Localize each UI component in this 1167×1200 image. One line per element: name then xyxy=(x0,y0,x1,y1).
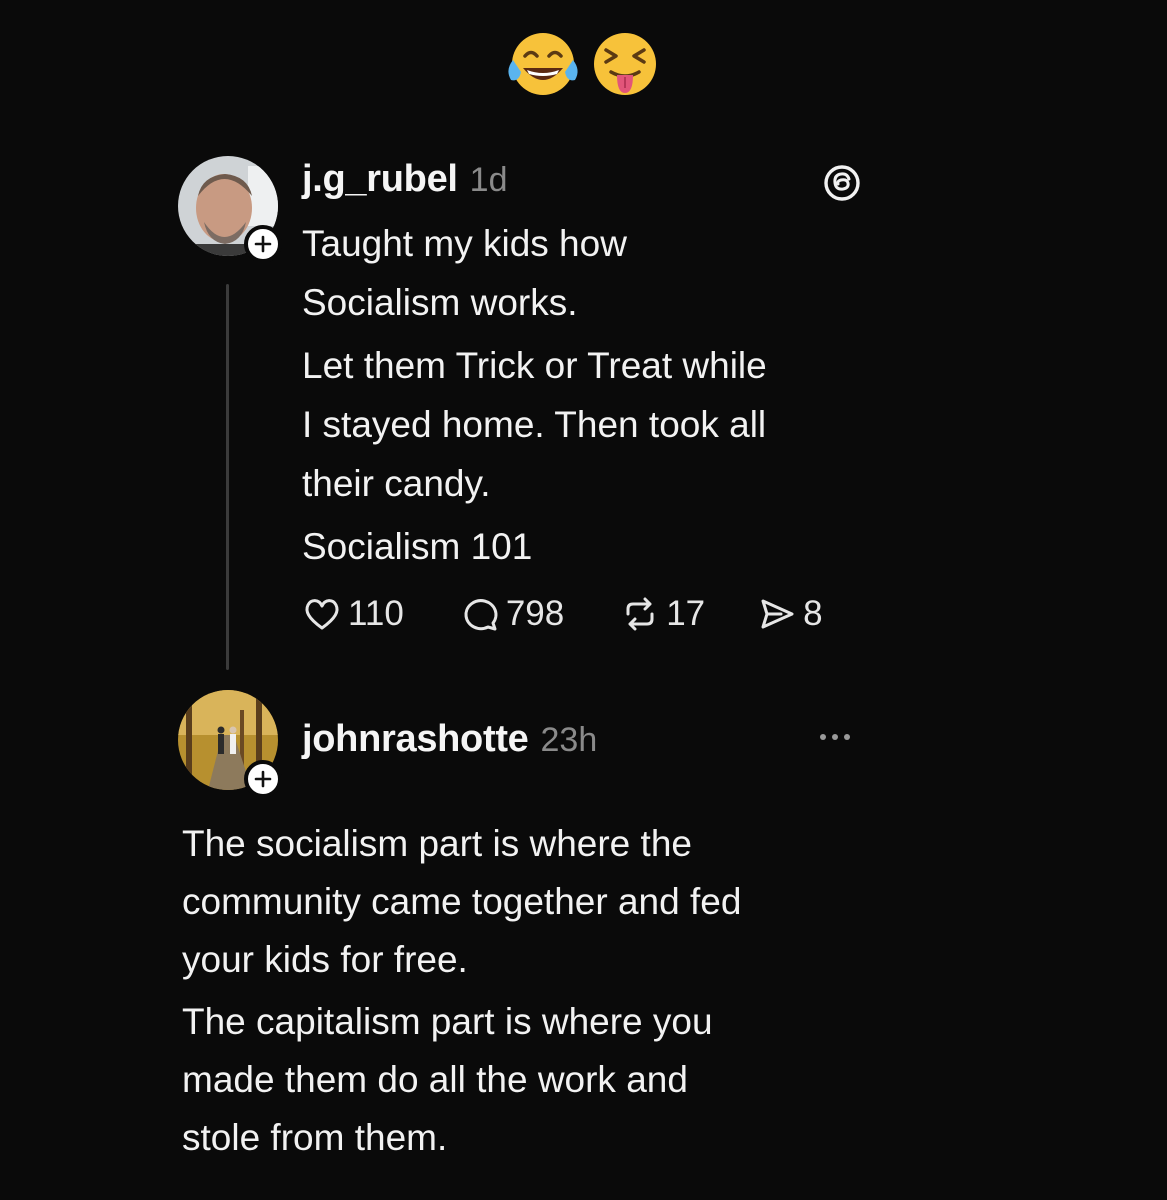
send-icon xyxy=(761,599,794,629)
reply-text-line: The socialism part is where the xyxy=(182,823,692,864)
post-text-line: Socialism 101 xyxy=(302,526,533,567)
post-text: Taught my kids how Socialism works. Let … xyxy=(302,214,902,576)
reply-header: johnrashotte 23h xyxy=(302,718,597,761)
post-timestamp: 1d xyxy=(469,161,508,199)
follow-plus-button[interactable] xyxy=(244,225,282,263)
like-count: 110 xyxy=(348,594,404,633)
like-button[interactable]: 110 xyxy=(302,594,404,634)
plus-icon xyxy=(254,770,272,788)
plus-icon xyxy=(254,235,272,253)
reply-text-line: The capitalism part is where you xyxy=(182,1001,713,1042)
post-header: j.g_rubel 1d xyxy=(302,158,508,201)
reply-text-line: community came together and fed xyxy=(182,881,742,922)
post-text-line: Socialism works. xyxy=(302,282,578,323)
post-text-line: Let them Trick or Treat while xyxy=(302,345,767,386)
share-count: 8 xyxy=(803,594,823,633)
repost-button[interactable]: 17 xyxy=(620,594,705,634)
thread-connector-line xyxy=(226,284,229,670)
menu-dot xyxy=(844,734,850,740)
reply-timestamp: 23h xyxy=(540,721,598,759)
reply-text-line: stole from them. xyxy=(182,1117,448,1158)
follow-plus-button[interactable] xyxy=(244,760,282,798)
post-action-bar: 110 798 17 8 xyxy=(302,594,823,634)
reply-text-line: your kids for free. xyxy=(182,939,468,980)
reply-text-line: made them do all the work and xyxy=(182,1059,688,1100)
post-text-line: I stayed home. Then took all xyxy=(302,404,767,445)
reply-text: The socialism part is where the communit… xyxy=(182,815,942,1167)
squinting-face-with-tongue-icon xyxy=(589,30,661,98)
post-username[interactable]: j.g_rubel xyxy=(302,158,458,201)
post-text-line: Taught my kids how xyxy=(302,223,627,264)
repost-count: 17 xyxy=(666,594,706,633)
reply-username[interactable]: johnrashotte xyxy=(302,718,529,761)
heart-icon xyxy=(305,599,339,630)
threads-icon[interactable] xyxy=(822,163,862,208)
share-button[interactable]: 8 xyxy=(757,594,823,634)
reply-button[interactable]: 798 xyxy=(460,594,564,634)
repost-icon xyxy=(626,597,654,631)
reply-count: 798 xyxy=(505,594,565,633)
menu-dot xyxy=(820,734,826,740)
more-options-icon[interactable] xyxy=(820,734,850,740)
face-with-tears-of-joy-icon xyxy=(505,30,581,98)
post-text-line: their candy. xyxy=(302,463,491,504)
comment-icon xyxy=(464,599,498,631)
emoji-reaction-row xyxy=(505,30,661,98)
menu-dot xyxy=(832,734,838,740)
